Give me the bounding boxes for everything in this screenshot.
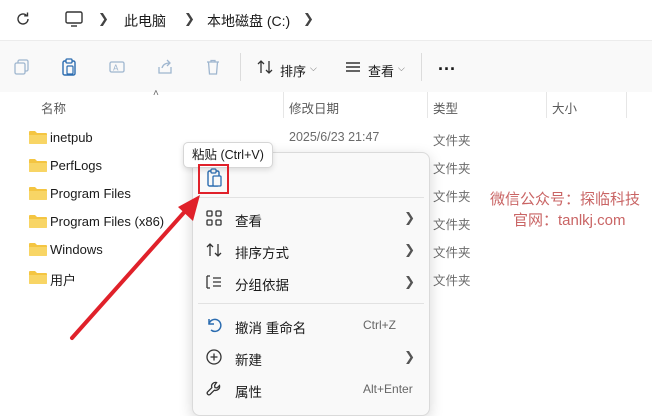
file-type: 文件夹 — [433, 274, 471, 288]
menu-item-label: 排序方式 — [235, 246, 289, 261]
refresh-icon[interactable] — [14, 10, 32, 28]
menu-item-sort-by[interactable]: 排序方式 ❯ — [193, 234, 429, 266]
toolbar-divider — [240, 53, 241, 81]
column-divider[interactable] — [427, 92, 428, 118]
column-divider[interactable] — [283, 92, 284, 118]
menu-item-properties[interactable]: 属性 Alt+Enter — [193, 373, 429, 405]
menu-item-label: 撤消 重命名 — [235, 321, 307, 336]
menu-divider — [198, 197, 424, 198]
file-type: 文件夹 — [433, 246, 471, 260]
menu-divider — [198, 303, 424, 304]
column-date[interactable]: 修改日期 — [289, 98, 339, 117]
folder-icon — [29, 243, 47, 256]
column-type[interactable]: 类型 — [433, 98, 458, 117]
folder-icon — [29, 159, 47, 172]
toolbar-divider — [421, 53, 422, 81]
file-type: 文件夹 — [433, 162, 471, 176]
breadcrumb-separator: ❯ — [184, 11, 195, 26]
watermark-line-2: 官网：tanlkj.com — [513, 212, 626, 229]
share-icon[interactable] — [156, 58, 174, 76]
column-divider[interactable] — [626, 92, 627, 118]
menu-item-label: 新建 — [235, 353, 262, 368]
breadcrumb-local-disk[interactable]: 本地磁盘 (C:) — [207, 11, 290, 31]
sort-button[interactable]: 排序 — [280, 61, 306, 80]
breadcrumb-this-pc[interactable]: 此电脑 — [124, 11, 166, 31]
sort-chevron-down-icon: ⌵ — [310, 63, 317, 73]
file-name: inetpub — [50, 130, 93, 145]
column-divider[interactable] — [546, 92, 547, 118]
menu-shortcut: Ctrl+Z — [363, 318, 396, 332]
folder-icon — [29, 187, 47, 200]
monitor-icon[interactable] — [64, 10, 84, 28]
paste-icon[interactable] — [60, 58, 78, 76]
copy-icon[interactable] — [13, 58, 31, 76]
sort-ascending-icon: ˄ — [153, 88, 159, 99]
more-button[interactable]: ... — [438, 54, 456, 75]
file-type: 文件夹 — [433, 218, 471, 232]
file-type: 文件夹 — [433, 190, 471, 204]
breadcrumb-expand-chevron[interactable]: ❯ — [303, 11, 314, 27]
wrench-icon — [205, 380, 223, 398]
command-bar: A 排序 ⌵ 查看 ⌵ ... — [0, 41, 652, 93]
menu-item-group-by[interactable]: 分组依据 ❯ — [193, 266, 429, 298]
menu-item-label: 属性 — [235, 385, 262, 400]
column-header: ˄ 名称 修改日期 类型 大小 — [0, 88, 652, 118]
chevron-right-icon: ❯ — [404, 349, 415, 364]
menu-item-new[interactable]: 新建 ❯ — [193, 341, 429, 373]
sort-icon[interactable] — [256, 58, 274, 76]
menu-item-undo-rename[interactable]: 撤消 重命名 Ctrl+Z — [193, 309, 429, 341]
menu-item-label: 分组依据 — [235, 278, 289, 293]
folder-icon — [29, 131, 47, 144]
folder-icon — [29, 271, 47, 284]
chevron-right-icon: ❯ — [404, 274, 415, 289]
menu-item-view[interactable]: 查看 ❯ — [193, 202, 429, 234]
chevron-right-icon: ❯ — [404, 210, 415, 225]
view-icon[interactable] — [344, 58, 362, 76]
file-date: 2025/6/23 21:47 — [289, 130, 380, 144]
annotation-arrow — [70, 195, 200, 340]
breadcrumb-separator: ❯ — [98, 11, 109, 26]
view-chevron-down-icon: ⌵ — [398, 63, 405, 73]
menu-shortcut: Alt+Enter — [363, 382, 413, 396]
chevron-right-icon: ❯ — [404, 242, 415, 257]
menu-item-label: 查看 — [235, 214, 262, 229]
folder-icon — [29, 215, 47, 228]
address-bar: ❯ 此电脑 ❯ 本地磁盘 (C:) ❯ — [0, 0, 652, 41]
rename-icon[interactable]: A — [108, 58, 126, 76]
delete-icon[interactable] — [204, 58, 222, 76]
table-row[interactable]: inetpub 2025/6/23 21:47 文件夹 — [0, 123, 652, 151]
svg-text:A: A — [113, 64, 119, 73]
view-button[interactable]: 查看 — [368, 61, 394, 80]
file-type: 文件夹 — [433, 134, 471, 148]
file-name: PerfLogs — [50, 158, 103, 173]
watermark-line-1: 微信公众号：探临科技 — [490, 191, 641, 208]
new-plus-icon — [205, 348, 223, 366]
column-size[interactable]: 大小 — [552, 98, 577, 117]
column-name[interactable]: 名称 — [41, 98, 66, 117]
